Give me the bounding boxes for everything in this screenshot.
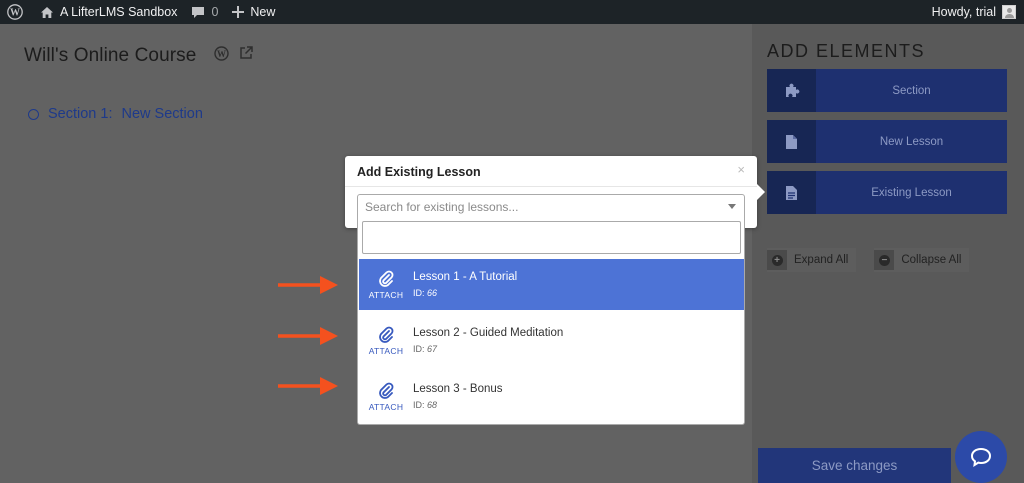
new-lesson-button[interactable]: New Lesson (767, 120, 1007, 163)
expand-all-label: Expand All (794, 254, 849, 266)
add-section-label: Section (892, 84, 931, 97)
chevron-down-icon (728, 204, 736, 209)
lesson-name: Lesson 3 - Bonus (413, 383, 503, 395)
lesson-id: ID: 66 (413, 288, 438, 298)
comment-icon (192, 6, 205, 18)
popover-title: Add Existing Lesson (357, 165, 481, 179)
lesson-id: ID: 68 (413, 400, 438, 410)
document-text-icon-box (767, 171, 816, 214)
attach-label: ATTACH (368, 346, 404, 356)
paperclip-icon (379, 382, 394, 399)
lesson-option[interactable]: ATTACH Lesson 2 - Guided Meditation ID: … (359, 315, 744, 366)
lesson-option[interactable]: ATTACH Lesson 3 - Bonus ID: 68 (359, 371, 744, 422)
save-changes-button[interactable]: Save changes (758, 448, 951, 483)
existing-lesson-label: Existing Lesson (871, 186, 952, 199)
collapse-all-button[interactable]: − Collapse All (874, 248, 970, 272)
puzzle-icon (785, 83, 799, 97)
lesson-name: Lesson 2 - Guided Meditation (413, 327, 564, 339)
attach-control[interactable]: ATTACH (359, 269, 413, 300)
document-icon (786, 134, 797, 149)
lesson-name: Lesson 1 - A Tutorial (413, 271, 518, 283)
arrow-right-icon (278, 276, 338, 294)
avatar (1002, 5, 1016, 19)
close-icon[interactable]: × (737, 162, 745, 177)
collapse-all-label: Collapse All (901, 254, 962, 266)
lesson-id: ID: 67 (413, 344, 438, 354)
lesson-dropdown: ATTACH Lesson 1 - A Tutorial ID: 66 ATTA… (357, 218, 745, 425)
account-menu[interactable]: Howdy, trial (925, 0, 1024, 24)
new-content-link[interactable]: New (225, 0, 282, 24)
document-text-icon (786, 185, 797, 200)
admin-bar: W A LifterLMS Sandbox 0 New Howdy, trial (0, 0, 1024, 24)
lesson-select[interactable]: Search for existing lessons... (357, 194, 745, 219)
new-lesson-label: New Lesson (879, 135, 944, 148)
course-title-icons: W (214, 46, 253, 61)
lesson-select-placeholder: Search for existing lessons... (365, 199, 519, 214)
lesson-option-text: Lesson 3 - Bonus ID: 68 (413, 383, 503, 410)
greeting: Howdy, trial (931, 5, 996, 19)
course-title: Will's Online Course (24, 45, 197, 66)
svg-text:W: W (217, 49, 226, 59)
site-name: A LifterLMS Sandbox (60, 5, 178, 19)
wordpress-logo-button[interactable]: W (0, 0, 33, 24)
add-elements-title: ADD ELEMENTS (767, 41, 926, 61)
section-item[interactable]: Section 1: New Section (28, 106, 203, 122)
popover-divider (345, 186, 757, 187)
external-link-icon[interactable] (239, 46, 253, 60)
new-label: New (250, 5, 276, 19)
paperclip-icon (379, 270, 394, 287)
arrow-right-icon (278, 327, 338, 345)
add-elements-sidebar: ADD ELEMENTS Section New Lesson Existing… (752, 24, 1024, 483)
expand-collapse-row: + Expand All − Collapse All (767, 248, 970, 272)
comments-link[interactable]: 0 (184, 0, 225, 24)
lesson-search-input[interactable] (362, 221, 741, 254)
chat-launcher-button[interactable] (955, 431, 1007, 483)
plus-icon (232, 6, 245, 18)
svg-text:W: W (10, 8, 20, 19)
site-name-link[interactable]: A LifterLMS Sandbox (33, 0, 184, 24)
lesson-option[interactable]: ATTACH Lesson 1 - A Tutorial ID: 66 (359, 259, 744, 310)
add-section-button[interactable]: Section (767, 69, 1007, 112)
section-circle-icon (28, 108, 39, 120)
puzzle-icon-box (767, 69, 816, 112)
document-icon-box (767, 120, 816, 163)
lesson-option-text: Lesson 1 - A Tutorial ID: 66 (413, 271, 517, 298)
attach-control[interactable]: ATTACH (359, 325, 413, 356)
chat-bubble-icon (970, 447, 992, 467)
lesson-option-text: Lesson 2 - Guided Meditation ID: 67 (413, 327, 563, 354)
plus-circle-icon: + (767, 250, 787, 270)
section-name[interactable]: New Section (122, 106, 203, 122)
attach-label: ATTACH (368, 402, 404, 412)
wordpress-icon: W (7, 4, 23, 20)
attach-control[interactable]: ATTACH (359, 381, 413, 412)
paperclip-icon (379, 326, 394, 343)
expand-all-button[interactable]: + Expand All (767, 248, 857, 272)
attach-label: ATTACH (368, 290, 404, 300)
comments-count: 0 (211, 5, 219, 19)
minus-circle-icon: − (874, 250, 895, 270)
wordpress-icon[interactable]: W (214, 46, 229, 61)
section-label: Section 1: (48, 106, 113, 122)
existing-lesson-button[interactable]: Existing Lesson (767, 171, 1007, 214)
arrow-right-icon (278, 377, 338, 395)
home-icon (41, 6, 53, 18)
